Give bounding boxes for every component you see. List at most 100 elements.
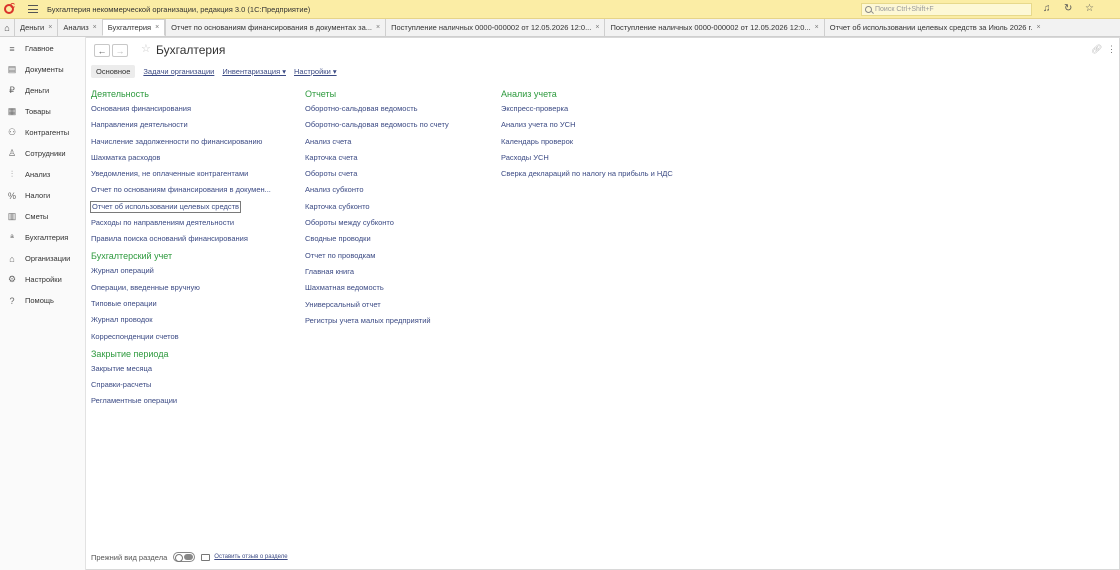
title-bar: С Бухгалтерия некоммерческой организации…	[0, 0, 1120, 19]
link-item[interactable]: Оборотно-сальдовая ведомость	[305, 101, 449, 117]
link-item[interactable]: Типовые операции	[91, 296, 271, 312]
close-icon[interactable]: ×	[595, 24, 599, 31]
tab-cash-receipt-1[interactable]: Поступление наличных 0000-000002 от 12.0…	[385, 19, 605, 36]
subtab-settings[interactable]: Настройки ▾	[294, 67, 337, 76]
feedback-link[interactable]: Оставить отзыв о разделе	[214, 554, 287, 560]
link-item[interactable]: Анализ счета	[305, 134, 449, 150]
tab-financing-report[interactable]: Отчет по основаниям финансирования в док…	[165, 19, 386, 36]
close-icon[interactable]: ×	[1036, 24, 1040, 31]
sidebar-item-money[interactable]: ₽ Деньги	[0, 80, 85, 101]
link-item[interactable]: Операции, введенные вручную	[91, 280, 271, 296]
link-item[interactable]: Расходы УСН	[501, 150, 673, 166]
link-item[interactable]: Справки-расчеты	[91, 377, 271, 393]
sidebar-item-analysis[interactable]: ⫶ Анализ	[0, 164, 85, 185]
link-item-selected[interactable]: Отчет об использовании целевых средств	[90, 200, 242, 213]
counterparties-icon: ⚇	[7, 127, 17, 137]
link-item[interactable]: Шахматка расходов	[91, 150, 271, 166]
section-header: Отчеты	[305, 89, 337, 99]
link-item[interactable]: Журнал проводок	[91, 312, 271, 328]
link-item[interactable]: Направления деятельности	[91, 117, 271, 133]
calculator-icon: ▥	[7, 211, 17, 221]
link-item[interactable]: Обороты счета	[305, 166, 449, 182]
sidebar-item-help[interactable]: ? Помощь	[0, 290, 85, 311]
bell-icon[interactable]: ♫	[1043, 3, 1051, 14]
link-item[interactable]: Календарь проверок	[501, 134, 673, 150]
link-item[interactable]: Анализ учета по УСН	[501, 117, 673, 133]
sidebar-item-accounting[interactable]: ª Бухгалтерия	[0, 227, 85, 248]
link-item[interactable]: Шахматная ведомость	[305, 280, 449, 296]
document-icon: ▤	[7, 64, 17, 74]
search-input[interactable]: Поиск Ctrl+Shift+F	[861, 3, 1032, 16]
link-item[interactable]: Регламентные операции	[91, 393, 271, 409]
tab-target-funds-report[interactable]: Отчет об использовании целевых средств з…	[823, 19, 1046, 36]
link-item[interactable]: Карточка субконто	[305, 199, 449, 215]
home-icon[interactable]: ⌂	[0, 19, 14, 36]
link-item[interactable]: Анализ субконто	[305, 182, 449, 198]
link-item[interactable]: Отчет по основаниям финансирования в док…	[91, 182, 271, 198]
sidebar-item-main[interactable]: ≡ Главное	[0, 38, 85, 59]
sidebar-item-taxes[interactable]: % Налоги	[0, 185, 85, 206]
sidebar-item-budgets[interactable]: ▥ Сметы	[0, 206, 85, 227]
search-placeholder: Поиск Ctrl+Shift+F	[875, 6, 934, 13]
tab-accounting[interactable]: Бухгалтерия ×	[101, 19, 166, 36]
link-item[interactable]: Журнал операций	[91, 263, 271, 279]
sidebar-item-goods[interactable]: ▦ Товары	[0, 101, 85, 122]
link-item[interactable]: Отчет по проводкам	[305, 248, 449, 264]
link-item[interactable]: Универсальный отчет	[305, 297, 449, 313]
sidebar-item-label: Товары	[25, 107, 51, 116]
close-icon[interactable]: ×	[376, 24, 380, 31]
forward-arrow-icon[interactable]: →	[112, 44, 128, 57]
old-view-toggle[interactable]	[173, 552, 196, 562]
sidebar-item-label: Бухгалтерия	[25, 233, 69, 242]
section-header: Анализ учета	[501, 89, 557, 99]
main-menu-icon[interactable]	[28, 5, 38, 13]
footer: Прежний вид раздела Оставить отзыв о раз…	[91, 552, 288, 562]
sidebar: ≡ Главное ▤ Документы ₽ Деньги ▦ Товары ⚇ Кон…	[0, 37, 86, 570]
sidebar-item-label: Налоги	[25, 191, 51, 200]
search-icon	[865, 6, 872, 13]
section-header: Деятельность	[91, 89, 149, 99]
link-item[interactable]: Оборотно-сальдовая ведомость по счету	[305, 117, 449, 133]
back-arrow-icon[interactable]: ←	[94, 44, 110, 57]
tab-label: Отчет об использовании целевых средств з…	[829, 23, 1033, 32]
link-item[interactable]: Сверка деклараций по налогу на прибыль и…	[501, 166, 673, 182]
history-icon[interactable]: ↻	[1064, 3, 1072, 14]
link-item[interactable]: Уведомления, не оплаченные контрагентами	[91, 166, 271, 182]
sidebar-item-label: Документы	[25, 65, 64, 74]
tab-analysis[interactable]: Анализ ×	[57, 19, 102, 36]
link-item[interactable]: Корреспонденции счетов	[91, 329, 271, 345]
sidebar-item-settings[interactable]: ⚙ Настройки	[0, 269, 85, 290]
close-icon[interactable]: ×	[155, 24, 159, 31]
link-item[interactable]: Закрытие месяца	[91, 361, 271, 377]
link-item[interactable]: Регистры учета малых предприятий	[305, 313, 449, 329]
tab-money[interactable]: Деньги ×	[14, 19, 58, 36]
link-icon[interactable]: 🔗︎	[1091, 44, 1102, 55]
link-item[interactable]: Сводные проводки	[305, 231, 449, 247]
close-icon[interactable]: ×	[815, 24, 819, 31]
favorites-star-icon[interactable]: ☆	[1085, 3, 1094, 14]
subtab-org-tasks[interactable]: Задачи организации	[143, 67, 214, 76]
close-icon[interactable]: ×	[93, 24, 97, 31]
link-item[interactable]: Начисление задолженности по финансирован…	[91, 134, 271, 150]
sidebar-item-organizations[interactable]: ⌂ Организации	[0, 248, 85, 269]
link-item[interactable]: Карточка счета	[305, 150, 449, 166]
more-menu-icon[interactable]: ⋮	[1107, 44, 1116, 55]
close-icon[interactable]: ×	[48, 24, 52, 31]
subtab-inventory[interactable]: Инвентаризация ▾	[222, 67, 286, 76]
sidebar-item-employees[interactable]: ♙ Сотрудники	[0, 143, 85, 164]
link-item[interactable]: Экспресс-проверка	[501, 101, 673, 117]
section-header: Закрытие периода	[91, 348, 169, 359]
link-item[interactable]: Обороты между субконто	[305, 215, 449, 231]
favorite-star-icon[interactable]: ☆	[141, 42, 151, 55]
subtab-main[interactable]: Основное	[91, 65, 136, 78]
link-item[interactable]: Расходы по направлениям деятельности	[91, 215, 271, 231]
accounting-icon: ª	[10, 232, 14, 243]
tab-cash-receipt-2[interactable]: Поступление наличных 0000-000002 от 12.0…	[604, 19, 824, 36]
goods-icon: ▦	[7, 106, 17, 116]
sidebar-item-documents[interactable]: ▤ Документы	[0, 59, 85, 80]
link-item[interactable]: Основания финансирования	[91, 101, 271, 117]
sidebar-item-counterparties[interactable]: ⚇ Контрагенты	[0, 122, 85, 143]
help-icon: ?	[9, 295, 15, 306]
link-item[interactable]: Правила поиска оснований финансирования	[91, 231, 271, 247]
link-item[interactable]: Главная книга	[305, 264, 449, 280]
